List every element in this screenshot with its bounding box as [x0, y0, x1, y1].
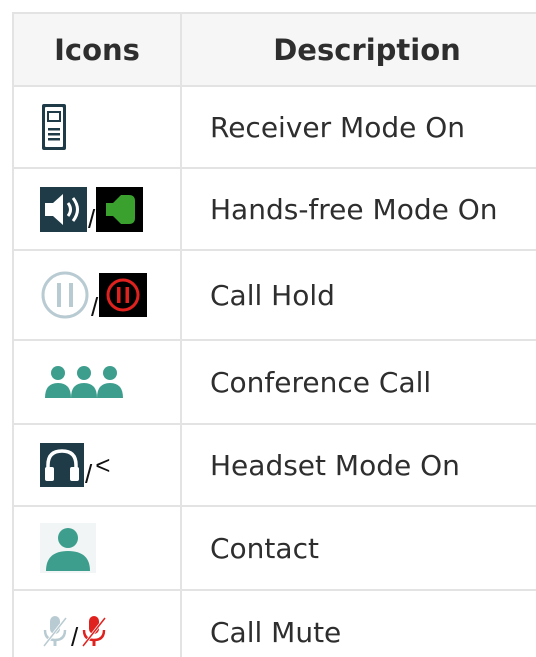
- description-cell: Hands-free Mode On: [180, 167, 536, 251]
- description-cell: Call Hold: [180, 249, 536, 341]
- mic-muted-icon: [79, 614, 109, 650]
- icon-cell: [12, 505, 182, 591]
- icon-separator: /: [88, 203, 96, 234]
- icons-column-header: Icons: [12, 12, 182, 87]
- icon-separator: /: [85, 459, 93, 489]
- icon-cell: /: [12, 167, 182, 251]
- table-row: Conference Call: [12, 339, 536, 425]
- contact-icon: [40, 523, 96, 573]
- pause-active-icon: [99, 273, 148, 317]
- icon-cell: /: [12, 589, 182, 657]
- speaker-icon: [40, 186, 87, 232]
- icon-description-table: Icons Description Receiver Mode On / Han…: [12, 12, 536, 657]
- description-cell: Call Mute: [180, 589, 536, 657]
- icon-separator: /: [71, 622, 79, 652]
- icon-separator: /: [91, 292, 99, 322]
- pause-icon: [40, 270, 90, 320]
- icon-cell: [12, 339, 182, 425]
- table-header-row: Icons Description: [12, 12, 536, 87]
- conference-icon: [44, 364, 124, 400]
- description-cell: Headset Mode On: [180, 423, 536, 507]
- description-cell: Contact: [180, 505, 536, 591]
- icon-cell: [12, 85, 182, 169]
- icon-cell: / <: [12, 423, 182, 507]
- description-column-header: Description: [180, 12, 536, 87]
- speaker-active-icon: [96, 186, 144, 232]
- receiver-icon: [42, 104, 66, 150]
- icon-cell: /: [12, 249, 182, 341]
- table-row: Contact: [12, 505, 536, 591]
- icon-suffix: <: [95, 449, 111, 480]
- table-row: Receiver Mode On: [12, 85, 536, 169]
- description-cell: Conference Call: [180, 339, 536, 425]
- headset-icon: [40, 443, 84, 487]
- table-row: / Call Mute: [12, 589, 536, 657]
- table-row: / Call Hold: [12, 249, 536, 341]
- mic-icon: [40, 614, 70, 650]
- table-row: / Hands-free Mode On: [12, 167, 536, 251]
- table-row: / < Headset Mode On: [12, 423, 536, 507]
- page: Icons Description Receiver Mode On / Han…: [0, 0, 536, 657]
- description-cell: Receiver Mode On: [180, 85, 536, 169]
